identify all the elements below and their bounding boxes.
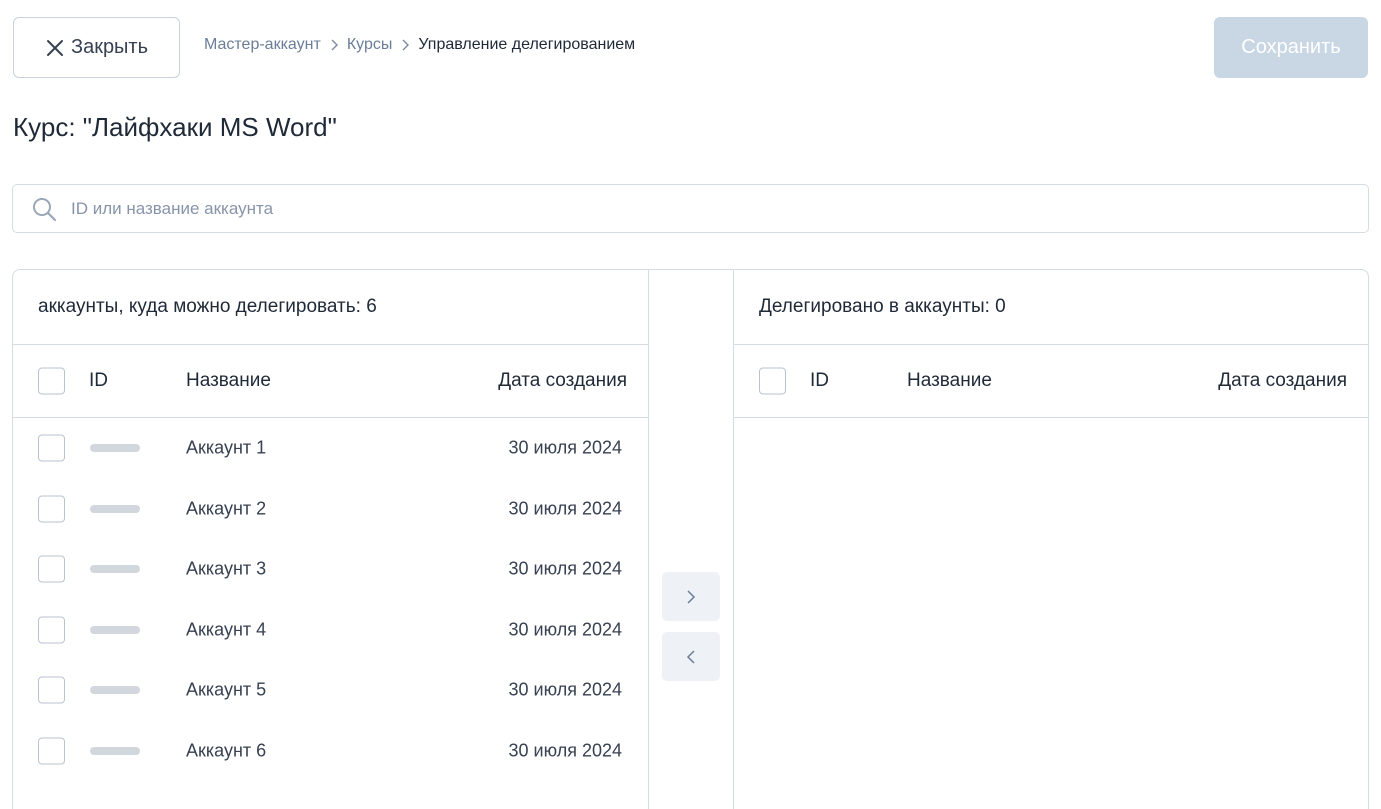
table-row[interactable]: Аккаунт 2 30 июля 2024 [13,479,648,540]
search-input[interactable] [71,198,1271,219]
delegated-accounts-title: Делегировано в аккаунты: 0 [734,270,1368,345]
column-header-date[interactable]: Дата создания [498,370,627,392]
account-date: 30 июля 2024 [508,558,622,579]
account-date: 30 июля 2024 [508,619,622,640]
available-accounts-panel: аккаунты, куда можно делегировать: 6 ID … [13,270,649,809]
move-left-button[interactable] [662,632,720,681]
breadcrumb-item-current: Управление делегированием [418,35,636,53]
redacted-id [90,746,140,755]
save-button[interactable]: Сохранить [1214,17,1368,78]
redacted-id [90,686,140,695]
row-checkbox[interactable] [38,495,65,523]
account-name: Аккаунт 1 [186,437,267,458]
close-button-label: Закрыть [70,36,149,58]
search-box [12,184,1369,233]
table-row[interactable]: Аккаунт 6 30 июля 2024 [13,721,648,782]
table-row[interactable]: Аккаунт 5 30 июля 2024 [13,660,648,721]
account-date: 30 июля 2024 [508,679,622,700]
available-table-header: ID Название Дата создания [13,345,648,418]
top-bar: Закрыть Мастер-аккаунт Курсы Управление … [13,17,1368,78]
column-header-name[interactable]: Название [907,370,992,392]
row-checkbox[interactable] [38,676,65,704]
account-name: Аккаунт 5 [186,679,267,700]
select-all-checkbox[interactable] [759,367,786,395]
available-accounts-title: аккаунты, куда можно делегировать: 6 [13,270,648,345]
column-header-date[interactable]: Дата создания [1218,370,1347,392]
row-checkbox[interactable] [38,434,65,462]
close-icon [46,39,63,56]
chevron-right-icon [687,589,696,604]
account-name: Аккаунт 6 [186,740,267,761]
account-date: 30 июля 2024 [508,437,622,458]
row-checkbox[interactable] [38,555,65,583]
column-header-id: ID [89,370,108,391]
redacted-id [90,625,140,634]
account-name: Аккаунт 3 [186,558,267,579]
account-name: Аккаунт 2 [186,498,267,519]
redacted-id [90,565,140,574]
redacted-id [90,444,140,453]
delegated-table-header: ID Название Дата создания [734,345,1368,418]
breadcrumb-item-master[interactable]: Мастер-аккаунт [204,36,321,54]
account-date: 30 июля 2024 [508,498,622,519]
delegation-panels: аккаунты, куда можно делегировать: 6 ID … [12,269,1369,809]
row-checkbox[interactable] [38,737,65,765]
table-row[interactable]: Аккаунт 3 30 июля 2024 [13,539,648,600]
breadcrumb: Мастер-аккаунт Курсы Управление делегиро… [204,14,635,75]
chevron-right-icon [400,39,410,51]
table-row[interactable]: Аккаунт 1 30 июля 2024 [13,418,648,479]
redacted-id [90,504,140,513]
breadcrumb-item-courses[interactable]: Курсы [347,36,393,54]
column-header-id: ID [810,370,829,391]
delegated-accounts-panel: Делегировано в аккаунты: 0 ID Название Д… [733,270,1368,809]
search-icon [33,197,57,221]
available-accounts-list: Аккаунт 1 30 июля 2024 Аккаунт 2 30 июля… [13,418,648,781]
move-right-button[interactable] [662,572,720,621]
account-name: Аккаунт 4 [186,619,267,640]
transfer-controls [649,270,733,809]
column-header-name[interactable]: Название [186,370,271,392]
account-date: 30 июля 2024 [508,740,622,761]
close-button[interactable]: Закрыть [13,17,180,78]
chevron-left-icon [686,649,695,664]
table-row[interactable]: Аккаунт 4 30 июля 2024 [13,600,648,661]
select-all-checkbox[interactable] [38,367,65,395]
page-title: Курс: "Лайфхаки MS Word" [13,112,337,142]
chevron-right-icon [329,39,339,51]
row-checkbox[interactable] [38,616,65,644]
